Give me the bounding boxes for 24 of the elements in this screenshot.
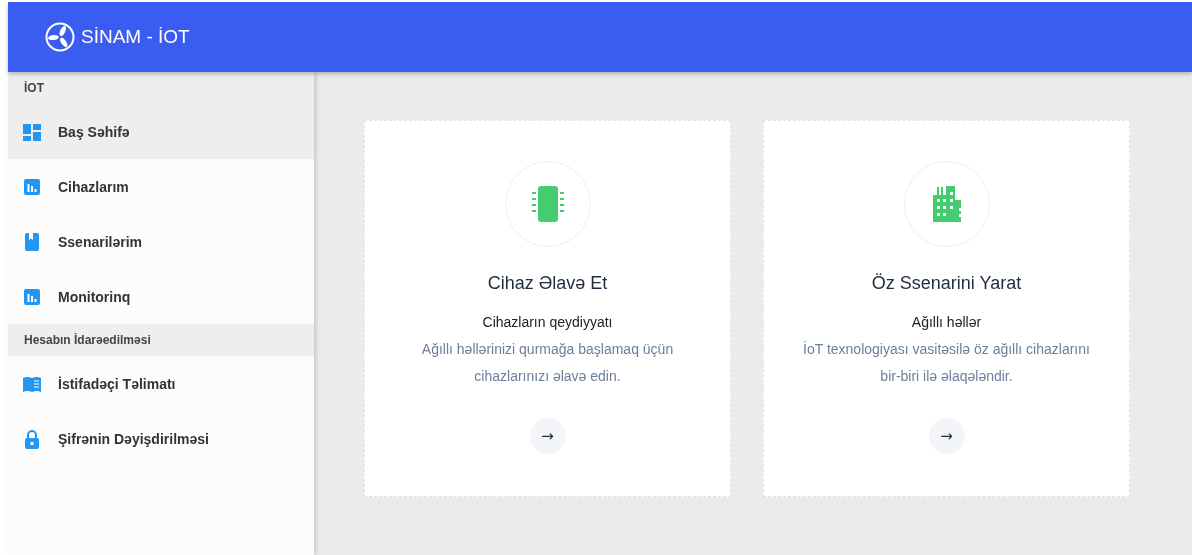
app-title: SİNAM - İOT xyxy=(81,26,190,48)
section-header: Hesabın İdarəedilməsi xyxy=(8,324,314,356)
card-description: İoT texnologiyası vasitəsilə öz ağıllı cihazlarını bir-biri ilə əlaqələndir. xyxy=(802,340,1091,386)
bookmark-icon xyxy=(22,231,42,252)
sidebar-item[interactable]: Cihazlarım xyxy=(8,159,314,214)
sidebar-item[interactable]: Baş Səhifə xyxy=(8,104,314,159)
card-subtitle: Ağıllı həllər xyxy=(911,314,982,330)
sidebar-item[interactable]: Ssenarilərim xyxy=(8,214,314,269)
lock-icon xyxy=(22,428,42,449)
logo-icon xyxy=(45,22,75,52)
card-subtitle: Cihazların qeydiyyatı xyxy=(482,314,613,330)
bar-chart-icon xyxy=(22,176,42,197)
card-title: Cihaz Əlavə Et xyxy=(487,273,608,294)
sidebar-item[interactable]: Monitorinq xyxy=(8,269,314,324)
chip-icon xyxy=(531,186,564,222)
card-title: Öz Ssenarini Yarat xyxy=(871,273,1022,294)
sidebar-item[interactable]: Şifrənin Dəyişdirilməsi xyxy=(8,411,314,466)
arrow-button[interactable]: → xyxy=(529,418,566,454)
sidebar-item[interactable]: İstifadəçi Təlimatı xyxy=(8,356,314,411)
section-header: İOT xyxy=(8,72,314,104)
arrow-button[interactable]: → xyxy=(928,418,965,454)
dashboard-icon xyxy=(22,121,42,142)
bar-chart-icon xyxy=(22,286,42,307)
card-description: Ağıllı həllərinizi qurmağa başlamaq üçün cihazlarınızı əlavə edin. xyxy=(420,340,675,386)
